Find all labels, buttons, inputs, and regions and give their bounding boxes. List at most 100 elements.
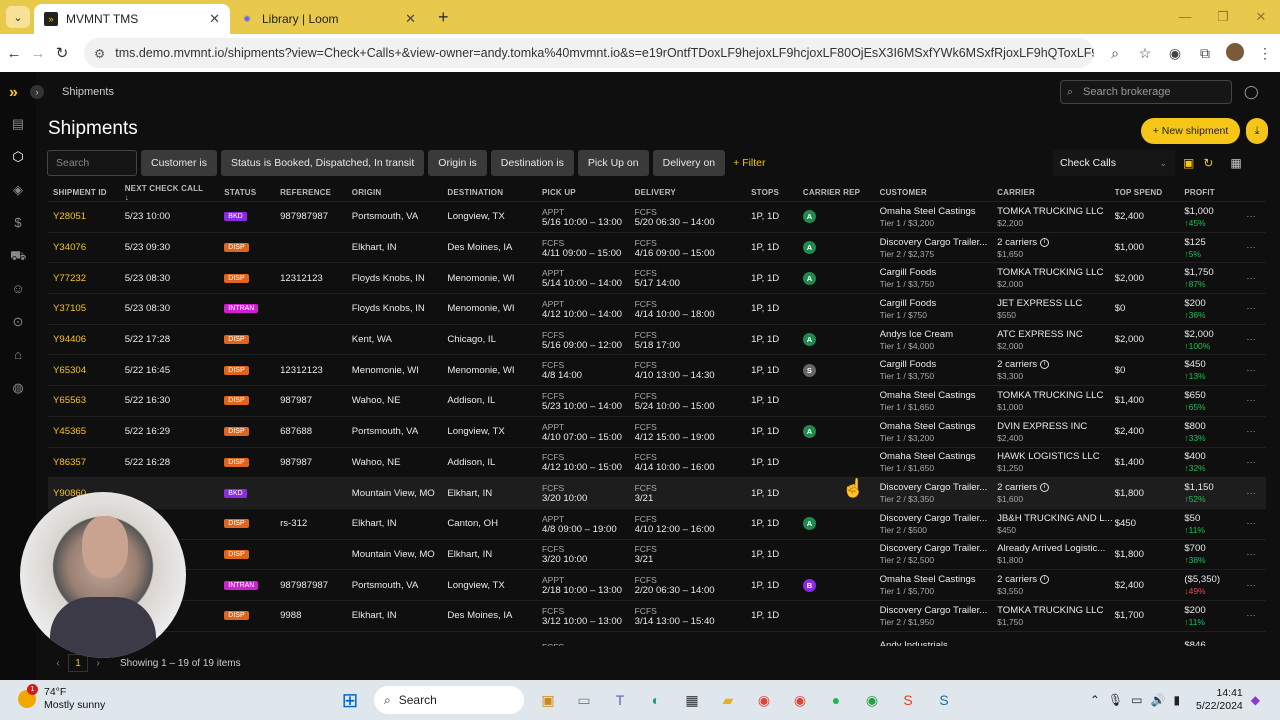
table-row[interactable]: INTRAN 987987987 Portsmouth, VA Longview… [48, 570, 1266, 601]
weather-widget[interactable]: 1 74°F Mostly sunny [18, 684, 105, 712]
file-explorer-icon[interactable]: ▭ [566, 686, 602, 714]
carrier-cell[interactable]: HAWK LOGISTICS LLC $1,250 [997, 448, 1115, 478]
snagit-icon[interactable]: S [890, 686, 926, 714]
customer-cell[interactable]: Omaha Steel Castings Tier 1 / $5,700 [880, 570, 998, 600]
dashboard-icon[interactable]: ▤ [10, 116, 26, 132]
shipment-id-link[interactable]: Y94406 [48, 325, 125, 355]
chrome-profile-icon[interactable]: ◉ [782, 686, 818, 714]
info-icon[interactable]: i [1040, 237, 1050, 247]
carrier-cell[interactable]: TOMKA TRUCKING LLC $2,200 [997, 202, 1115, 232]
customer-cell[interactable]: Discovery Cargo Trailer... Tier 2 / $2,50… [880, 540, 998, 570]
battery-icon[interactable]: ▮ [1173, 693, 1180, 707]
minimize-icon[interactable]: — [1166, 0, 1204, 34]
col-profit[interactable]: PROFIT [1184, 184, 1236, 201]
carrier-cell[interactable]: ATC EXPRESS INC $2,000 [997, 325, 1115, 355]
info-icon[interactable]: i [1040, 483, 1050, 492]
table-row[interactable]: Y90860 BKD Mountain View, MO Elkhart, IN… [48, 478, 1266, 509]
search-nav-icon[interactable]: ⊙ [10, 314, 26, 330]
carrier-cell[interactable]: 2 carriers i $1,600 [997, 478, 1115, 508]
carrier-cell[interactable] [997, 632, 1115, 646]
info-icon[interactable]: i [1040, 360, 1050, 370]
carrier-rep-avatar[interactable]: A [802, 210, 816, 224]
carrier-cell[interactable]: TOMKA TRUCKING LLC $1,000 [997, 386, 1115, 416]
info-icon[interactable]: i [1040, 575, 1050, 585]
filter-delivery[interactable]: Delivery on [652, 150, 726, 176]
store-icon[interactable]: ▦ [674, 686, 710, 714]
carrier-rep-avatar[interactable]: A [802, 517, 816, 531]
tag-icon[interactable]: ◈ [10, 182, 26, 198]
col-next-check-call[interactable]: NEXT CHECK CALL ↓ [125, 184, 225, 201]
col-pickup[interactable]: PICK UP [542, 184, 635, 201]
breadcrumb[interactable]: Shipments [62, 86, 114, 98]
filter-customer[interactable]: Customer is [141, 150, 218, 176]
edge-icon[interactable]: ◐ [638, 686, 674, 714]
folder-icon[interactable]: ▰ [710, 686, 746, 714]
carrier-rep-avatar[interactable]: A [802, 333, 816, 347]
row-more-icon[interactable]: ··· [1236, 233, 1266, 263]
row-more-icon[interactable]: ··· [1236, 448, 1266, 478]
carrier-rep-avatar[interactable]: A [802, 271, 816, 285]
shipment-id-link[interactable]: Y65304 [48, 355, 125, 385]
tab-search-icon[interactable]: ⌄ [6, 6, 30, 28]
close-window-icon[interactable]: ✕ [1242, 0, 1280, 34]
profile-avatar[interactable] [1220, 42, 1250, 64]
col-origin[interactable]: ORIGIN [352, 184, 448, 201]
refresh-view-icon[interactable]: ↻ [1203, 156, 1213, 170]
customer-cell[interactable]: Cargill Foods Tier 1 / $3,750 [880, 263, 998, 293]
col-status[interactable]: STATUS [224, 184, 280, 201]
next-page-icon[interactable]: › [88, 658, 108, 669]
back-icon[interactable]: ← [4, 45, 24, 62]
filter-destination[interactable]: Destination is [490, 150, 574, 176]
customer-cell[interactable]: Andys Ice Cream Tier 1 / $4,000 [880, 325, 998, 355]
shipments-box-icon[interactable]: ⬡ [10, 149, 26, 165]
microphone-icon[interactable]: 🎙 [1108, 693, 1123, 707]
tray-overflow-icon[interactable]: ⌃ [1090, 693, 1100, 707]
table-row[interactable]: FCFS Andy Industrials $846 ··· [48, 632, 1266, 646]
carrier-cell[interactable]: 2 carriers i $3,300 [997, 355, 1115, 385]
customer-cell[interactable]: Omaha Steel Castings Tier 1 / $1,650 [880, 448, 998, 478]
row-more-icon[interactable]: ··· [1236, 417, 1266, 447]
row-more-icon[interactable]: ··· [1236, 294, 1266, 324]
col-top-spend[interactable]: TOP SPEND [1115, 184, 1185, 201]
row-more-icon[interactable]: ··· [1236, 325, 1266, 355]
col-delivery[interactable]: DELIVERY [635, 184, 752, 201]
carrier-cell[interactable]: TOMKA TRUCKING LLC $2,000 [997, 263, 1115, 293]
site-info-icon[interactable]: ⚙ [94, 46, 105, 61]
shipment-id-link[interactable]: Y77232 [48, 263, 125, 293]
windows-start-icon[interactable]: ⊞ [332, 686, 368, 714]
customer-cell[interactable]: Andy Industrials [880, 632, 998, 646]
shipment-id-link[interactable]: Y28051 [48, 202, 125, 232]
taskbar-search[interactable]: ⌕ Search [374, 686, 524, 714]
row-more-icon[interactable]: ··· [1236, 632, 1266, 646]
table-row[interactable]: Y94406 5/22 17:28 DISP Kent, WA Chicago,… [48, 325, 1266, 356]
customer-cell[interactable]: Cargill Foods Tier 1 / $750 [880, 294, 998, 324]
table-row[interactable]: DISP rs-312 Elkhart, IN Canton, OH APPT 4… [48, 509, 1266, 540]
carrier-rep-avatar[interactable]: A [802, 425, 816, 439]
carrier-cell[interactable]: JET EXPRESS LLC $550 [997, 294, 1115, 324]
brokerage-search-input[interactable]: ⌕ Search brokerage [1060, 80, 1232, 104]
url-field[interactable]: ⚙ tms.demo.mvmnt.io/shipments?view=Check… [84, 38, 1094, 68]
tab-loom[interactable]: ✺ Library | Loom ✕ [230, 4, 426, 34]
row-more-icon[interactable]: ··· [1236, 386, 1266, 416]
dollar-icon[interactable]: $ [10, 215, 26, 231]
col-carrier-rep[interactable]: CARRIER REP [803, 184, 880, 201]
carrier-rep-avatar[interactable]: S [802, 363, 816, 377]
globe-icon[interactable]: ◍ [10, 380, 26, 396]
table-row[interactable]: Y28051 5/23 10:00 BKD 987987987 Portsmou… [48, 202, 1266, 233]
app-s-icon[interactable]: S [926, 686, 962, 714]
filter-status[interactable]: Status is Booked, Dispatched, In transit [221, 150, 425, 176]
row-more-icon[interactable]: ··· [1236, 540, 1266, 570]
export-icon[interactable]: ⤓ [1246, 118, 1268, 144]
table-row[interactable]: Y34076 5/23 09:30 DISP Elkhart, IN Des M… [48, 233, 1266, 264]
tab-mvmnt[interactable]: » MVMNT TMS ✕ [34, 4, 230, 34]
table-row[interactable]: Y86357 5/22 16:28 DISP 987987 Wahoo, NE … [48, 448, 1266, 479]
customer-cell[interactable]: Discovery Cargo Trailer... Tier 2 / $2,37… [880, 233, 998, 263]
col-stops[interactable]: STOPS [751, 184, 803, 201]
new-shipment-button[interactable]: + New shipment [1141, 118, 1240, 144]
customer-cell[interactable]: Omaha Steel Castings Tier 1 / $1,650 [880, 386, 998, 416]
users-icon[interactable]: ☺ [10, 281, 26, 297]
shipment-id-link[interactable]: Y45365 [48, 417, 125, 447]
copilot-icon[interactable]: ◆ [1251, 693, 1260, 707]
shipment-id-link[interactable]: Y34076 [48, 233, 125, 263]
filter-pickup[interactable]: Pick Up on [577, 150, 649, 176]
